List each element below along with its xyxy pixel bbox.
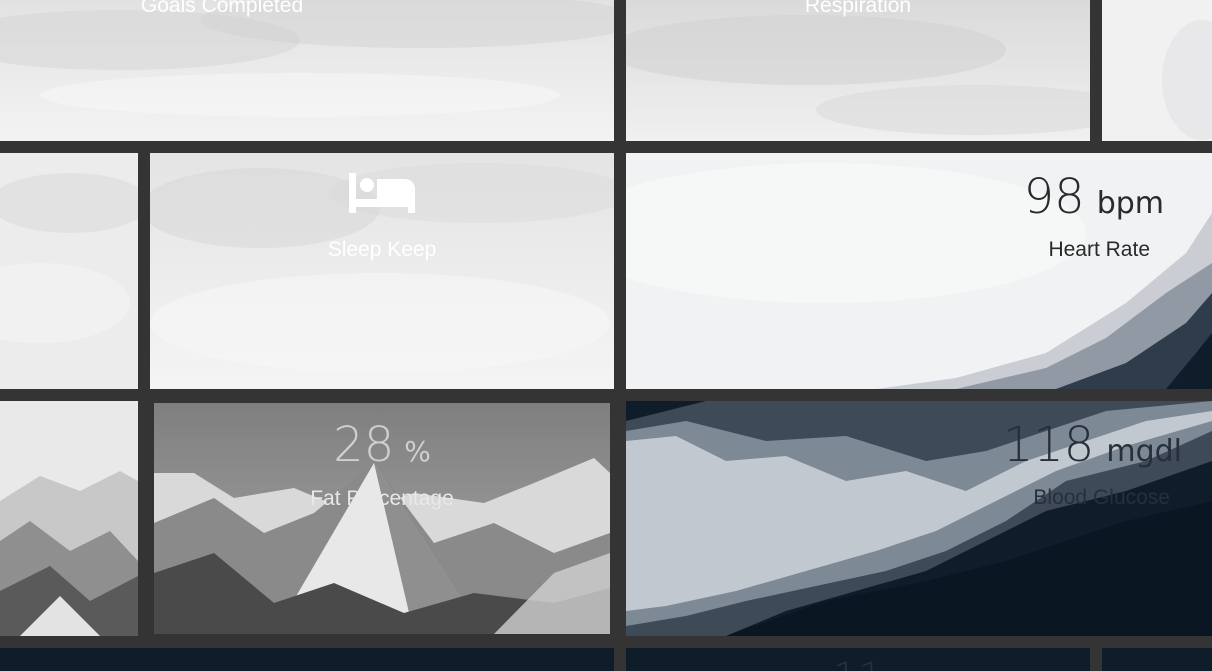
fat-percentage-unit: %	[404, 435, 431, 468]
dashboard-grid: Goals Completed Respiration Sleep Keep 9…	[0, 0, 1212, 671]
bottom-center-value: 11	[833, 655, 884, 671]
cloud-background	[0, 0, 614, 141]
tile-heart-rate[interactable]: 98 bpm Heart Rate	[626, 153, 1212, 389]
tile-right-top[interactable]	[1102, 0, 1212, 141]
bed-icon	[349, 173, 415, 213]
tile-left-bottom[interactable]	[0, 401, 138, 636]
tile-blood-glucose[interactable]: 118 mgdl Blood Glucose	[626, 401, 1212, 636]
heart-rate-unit: bpm	[1096, 186, 1164, 221]
goals-completed-label: Goals Completed	[140, 0, 304, 17]
tile-left-middle[interactable]	[0, 153, 138, 389]
fat-percentage-value: 28	[333, 417, 395, 473]
blood-glucose-unit: mgdl	[1106, 434, 1182, 469]
tile-respiration[interactable]: Respiration	[626, 0, 1090, 141]
tile-bottom-right[interactable]	[1102, 648, 1212, 671]
heart-rate-value: 98	[1023, 169, 1085, 225]
tile-goals-completed[interactable]: Goals Completed	[0, 0, 614, 141]
tile-bottom-center[interactable]: 11	[626, 648, 1090, 671]
cloud-background	[1102, 0, 1212, 141]
mountain-background	[0, 401, 138, 636]
cloud-background	[626, 0, 1090, 141]
sleep-keep-label: Sleep Keep	[327, 238, 437, 261]
tile-bottom-left[interactable]	[0, 648, 614, 671]
tile-sleep-keep[interactable]: Sleep Keep	[150, 153, 614, 389]
tile-fat-percentage[interactable]: 28% Fat Percentage	[154, 403, 610, 634]
respiration-label: Respiration	[804, 0, 912, 17]
blood-glucose-value: 118	[1002, 417, 1095, 473]
fat-percentage-label: Fat Percentage	[310, 487, 454, 510]
heart-rate-label: Heart Rate	[1048, 238, 1150, 261]
blood-glucose-label: Blood Glucose	[1033, 486, 1170, 509]
cloud-background	[0, 153, 138, 389]
